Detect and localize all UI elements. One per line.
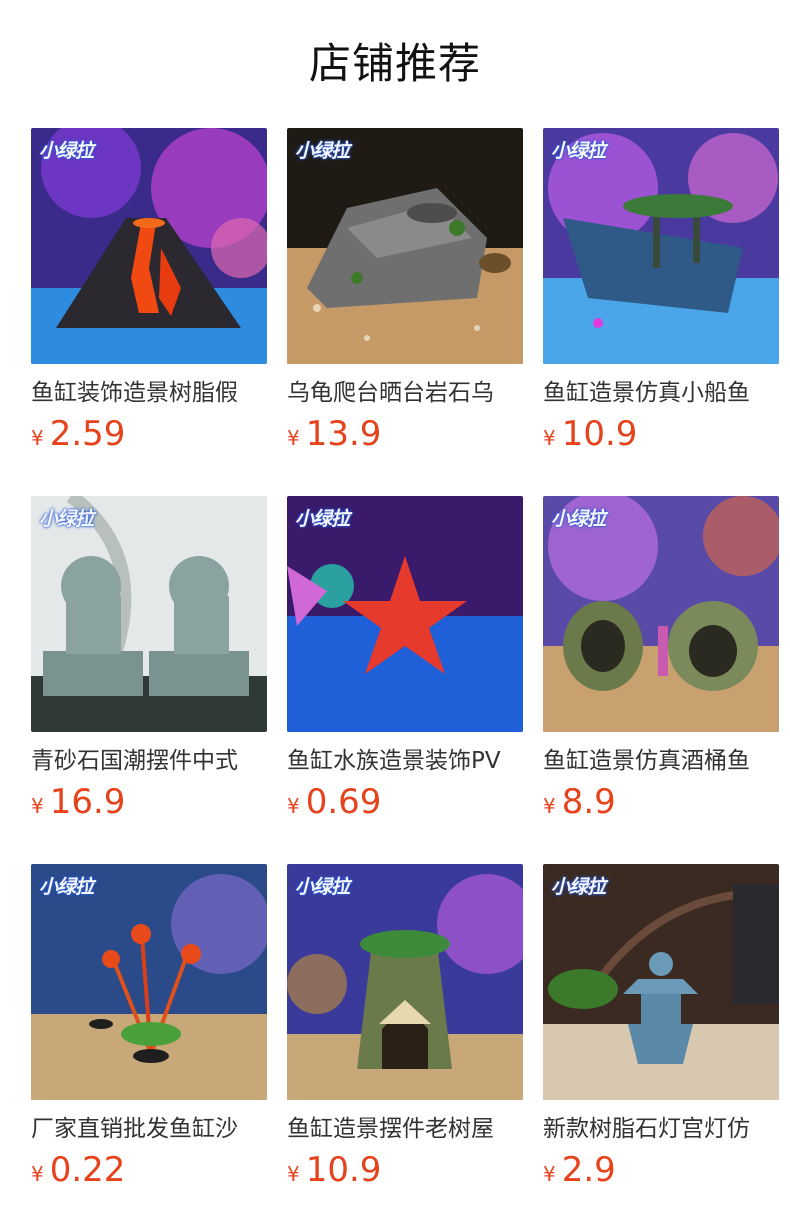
price-value: 13.9 (305, 414, 382, 454)
product-price: ¥2.59 (31, 414, 267, 460)
brand-logo: 小绿拉 (295, 876, 350, 898)
currency-symbol: ¥ (31, 794, 44, 818)
currency-symbol: ¥ (31, 1162, 44, 1186)
product-name[interactable]: 鱼缸造景仿真小船鱼 (543, 376, 779, 410)
price-value: 0.69 (305, 782, 382, 822)
product-price: ¥16.9 (31, 782, 267, 828)
currency-symbol: ¥ (287, 794, 300, 818)
product-card[interactable]: 小绿拉 鱼缸造景仿真酒桶鱼 ¥8.9 (543, 496, 779, 828)
product-image[interactable]: 小绿拉 (287, 496, 523, 732)
product-name[interactable]: 青砂石国潮摆件中式 (31, 744, 267, 778)
product-image[interactable]: 小绿拉 (543, 864, 779, 1100)
price-value: 8.9 (561, 782, 616, 822)
currency-symbol: ¥ (31, 426, 44, 450)
product-name[interactable]: 鱼缸水族造景装饰PV (287, 744, 523, 778)
product-card[interactable]: 小绿拉 鱼缸造景仿真小船鱼 ¥10.9 (543, 128, 779, 460)
brand-logo: 小绿拉 (551, 508, 606, 530)
brand-logo: 小绿拉 (39, 508, 94, 530)
product-card[interactable]: 小绿拉 厂家直销批发鱼缸沙 ¥0.22 (31, 864, 267, 1196)
price-value: 16.9 (49, 782, 126, 822)
price-value: 2.59 (49, 414, 126, 454)
product-price: ¥10.9 (287, 1150, 523, 1196)
product-price: ¥0.22 (31, 1150, 267, 1196)
product-price: ¥13.9 (287, 414, 523, 460)
product-name[interactable]: 新款树脂石灯宫灯仿 (543, 1112, 779, 1146)
product-name[interactable]: 厂家直销批发鱼缸沙 (31, 1112, 267, 1146)
brand-logo: 小绿拉 (295, 508, 350, 530)
product-card[interactable]: 小绿拉 青砂石国潮摆件中式 ¥16.9 (31, 496, 267, 828)
price-value: 10.9 (561, 414, 638, 454)
product-image[interactable]: 小绿拉 (543, 128, 779, 364)
product-price: ¥2.9 (543, 1150, 779, 1196)
product-image[interactable]: 小绿拉 (31, 496, 267, 732)
product-name[interactable]: 鱼缸造景摆件老树屋 (287, 1112, 523, 1146)
product-price: ¥8.9 (543, 782, 779, 828)
product-card[interactable]: 小绿拉 乌龟爬台晒台岩石乌 ¥13.9 (287, 128, 523, 460)
product-card[interactable]: 小绿拉 鱼缸装饰造景树脂假 ¥2.59 (31, 128, 267, 460)
currency-symbol: ¥ (543, 1162, 556, 1186)
product-image[interactable]: 小绿拉 (31, 128, 267, 364)
product-image[interactable]: 小绿拉 (543, 496, 779, 732)
product-image[interactable]: 小绿拉 (287, 128, 523, 364)
price-value: 0.22 (49, 1150, 126, 1190)
currency-symbol: ¥ (287, 1162, 300, 1186)
product-name[interactable]: 乌龟爬台晒台岩石乌 (287, 376, 523, 410)
currency-symbol: ¥ (543, 794, 556, 818)
brand-logo: 小绿拉 (39, 140, 94, 162)
product-card[interactable]: 小绿拉 新款树脂石灯宫灯仿 ¥2.9 (543, 864, 779, 1196)
brand-logo: 小绿拉 (551, 140, 606, 162)
product-card[interactable]: 小绿拉 鱼缸造景摆件老树屋 ¥10.9 (287, 864, 523, 1196)
product-price: ¥10.9 (543, 414, 779, 460)
brand-logo: 小绿拉 (39, 876, 94, 898)
product-image[interactable]: 小绿拉 (31, 864, 267, 1100)
page-title: 店铺推荐 (308, 39, 481, 88)
product-name[interactable]: 鱼缸造景仿真酒桶鱼 (543, 744, 779, 778)
product-image[interactable]: 小绿拉 (287, 864, 523, 1100)
currency-symbol: ¥ (287, 426, 300, 450)
product-name[interactable]: 鱼缸装饰造景树脂假 (31, 376, 267, 410)
brand-logo: 小绿拉 (295, 140, 350, 162)
price-value: 10.9 (305, 1150, 382, 1190)
price-value: 2.9 (561, 1150, 616, 1190)
brand-logo: 小绿拉 (551, 876, 606, 898)
product-price: ¥0.69 (287, 782, 523, 828)
product-card[interactable]: 小绿拉 鱼缸水族造景装饰PV ¥0.69 (287, 496, 523, 828)
currency-symbol: ¥ (543, 426, 556, 450)
